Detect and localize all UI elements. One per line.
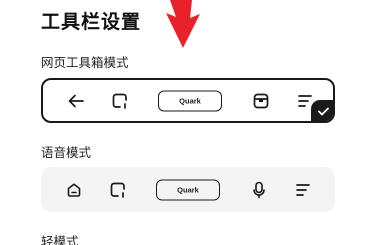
back-arrow-icon (68, 94, 84, 108)
home-icon (67, 182, 82, 197)
toolbar-option-voice[interactable]: Quark (41, 167, 335, 212)
multi-window-icon (112, 93, 128, 109)
toolbar-option-web-toolbox[interactable]: Quark (41, 78, 335, 123)
menu-icon (298, 94, 312, 107)
microphone-icon (253, 181, 265, 198)
menu-icon (296, 183, 310, 196)
toolbox-icon (253, 93, 269, 109)
selected-check-badge (311, 100, 333, 121)
section-label-voice: 语音模式 (41, 145, 92, 160)
quark-label: Quark (156, 179, 220, 200)
annotation-arrow-icon (166, 0, 200, 48)
page-title: 工具栏设置 (41, 11, 142, 33)
multi-window-icon (110, 182, 126, 198)
quark-logo: Quark (156, 179, 220, 200)
toolbar-settings-page: 工具栏设置 网页工具箱模式 Quark 语音模式 Quark 轻模式 (0, 0, 369, 245)
quark-label: Quark (158, 90, 222, 111)
section-label-web-toolbox: 网页工具箱模式 (41, 55, 129, 70)
checkmark-icon (317, 107, 329, 116)
section-label-light: 轻模式 (41, 234, 79, 245)
quark-logo: Quark (158, 90, 222, 111)
